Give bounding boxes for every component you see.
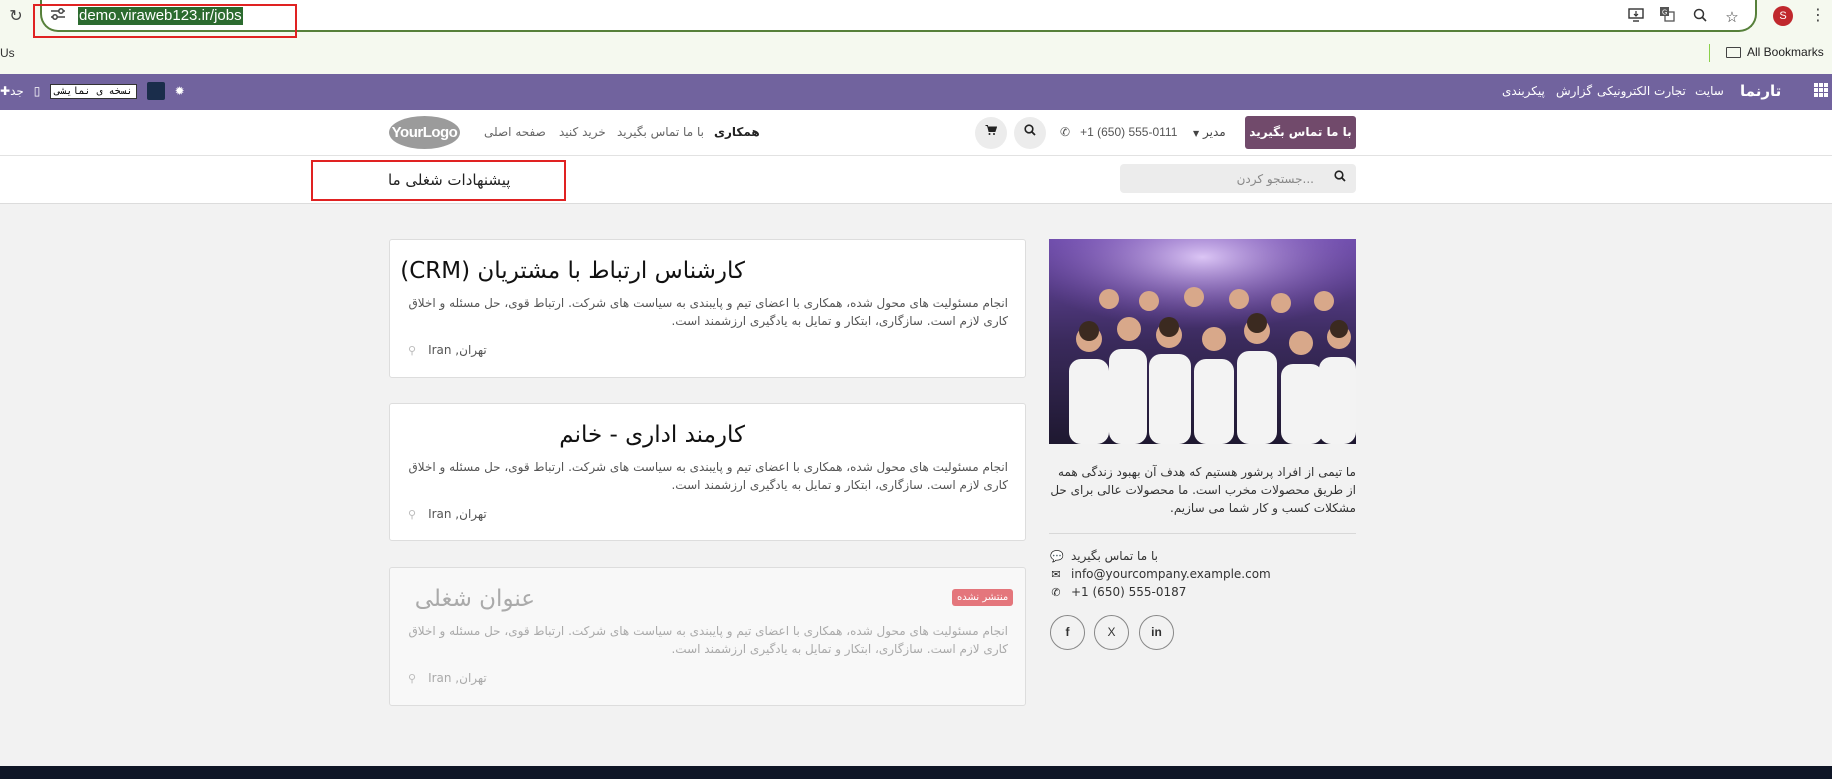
version-badge[interactable]: نسخه ی نمایشی [50,83,137,99]
url-highlight-box [33,4,297,38]
map-marker-icon: ⚲ [408,343,417,357]
contact-us-button[interactable]: با ما تماس بگیرید [1245,116,1356,149]
phone-icon: ✆ [1051,585,1061,599]
search-icon [1334,170,1346,182]
admin-menu-configuration[interactable]: پیکربندی [1502,84,1545,98]
about-text: ما تیمی از افراد پرشور هستیم که هدف آن ب… [1050,465,1356,515]
linkedin-button[interactable]: in [1139,615,1174,650]
linkedin-icon: in [1151,625,1162,639]
job-card[interactable]: کارمند اداری - خانم انجام مسئولیت های مح… [389,403,1026,541]
zoom-icon[interactable] [1689,6,1711,28]
x-icon: X [1107,625,1116,639]
job-location: ⚲ Iran ,تهران [408,343,487,357]
nav-contact[interactable]: با ما تماس بگیرید [617,125,704,139]
nav-home[interactable]: صفحه اصلی [484,125,546,139]
x-twitter-button[interactable]: X [1094,615,1129,650]
job-location: ⚲ Iran ,تهران [408,507,487,521]
job-card[interactable]: کارشناس ارتباط با مشتریان (CRM) انجام مس… [389,239,1026,378]
phone-link[interactable]: ✆ +1 (650) 555-0187 [1050,585,1186,599]
nav-shop[interactable]: خرید کنید [559,125,606,139]
user-avatar[interactable] [146,82,165,100]
site-logo[interactable]: YourLogo [389,116,460,149]
site-header: با ما تماس بگیرید ▼ مدیر ✆ +1 (650) 555-… [0,110,1832,156]
admin-menu-ecommerce[interactable]: تجارت الکترونیکی [1597,84,1686,98]
plus-icon: ✚ [0,84,11,98]
job-location: ⚲ Iran ,تهران [408,671,487,685]
bookmark-item[interactable]: Us [0,46,15,60]
job-title[interactable]: کارشناس ارتباط با مشتریان (CRM) [400,258,745,284]
search-button[interactable] [1014,117,1046,149]
team-photo [1049,239,1356,444]
admin-menu-site[interactable]: سایت [1695,84,1724,98]
all-bookmarks-button[interactable]: All Bookmarks [1726,45,1824,59]
search-submit-button[interactable] [1332,170,1348,186]
new-button[interactable]: ✚جد [0,84,24,98]
apps-grid-icon[interactable] [1814,83,1828,97]
cart-icon [985,125,998,135]
title-highlight-box [311,160,566,201]
user-dropdown-label: مدیر [1202,125,1226,139]
address-bar[interactable] [40,0,1757,32]
envelope-icon: ✉ [1051,567,1061,581]
debug-icon[interactable]: ✹ [175,84,185,98]
email-link[interactable]: ✉ info@yourcompany.example.com [1050,567,1270,581]
admin-brand[interactable]: تارنما [1740,82,1781,100]
map-marker-icon: ⚲ [408,671,417,685]
svg-text:G: G [1662,10,1667,17]
job-description: انجام مسئولیت های محول شده، همکاری با اع… [408,460,1008,492]
bookmark-divider [1709,44,1710,62]
job-description: انجام مسئولیت های محول شده، همکاری با اع… [408,296,1008,328]
admin-bar: تارنما سایت تجارت الکترونیکی گزارش پیکرب… [0,74,1832,110]
footer [0,766,1832,779]
facebook-button[interactable]: f [1050,615,1085,650]
job-search-input[interactable] [1124,164,1314,193]
chat-icon: 💬 [1050,549,1064,563]
job-card[interactable]: عنوان شغلی منتشر نشده انجام مسئولیت های … [389,567,1026,706]
translate-icon[interactable]: G [1656,6,1678,28]
install-app-icon[interactable] [1625,6,1647,28]
sidebar-divider [1049,533,1356,534]
job-title[interactable]: کارمند اداری - خانم [559,422,745,448]
cart-button[interactable] [975,117,1007,149]
user-dropdown[interactable]: ▼ مدیر [1193,125,1226,139]
facebook-icon: f [1065,625,1070,639]
admin-bar-left-tools: ✚جد ▯ نسخه ی نمایشی ✹ [0,82,185,100]
browser-chrome: ↻ demo.viraweb123.ir/jobs G ☆ S ⋮ Us All… [0,0,1832,74]
job-search [1120,164,1356,193]
mobile-preview-icon[interactable]: ▯ [34,84,41,98]
job-title[interactable]: عنوان شغلی [415,586,535,612]
contact-link[interactable]: 💬 با ما تماس بگیرید [1050,549,1158,563]
nav-careers[interactable]: همکاری [714,125,760,139]
job-description: انجام مسئولیت های محول شده، همکاری با اع… [408,624,1008,656]
unpublished-badge: منتشر نشده [952,589,1014,606]
map-marker-icon: ⚲ [408,507,417,521]
phone-icon: ✆ [1060,125,1071,139]
folder-icon [1726,46,1741,58]
all-bookmarks-label: All Bookmarks [1747,45,1824,59]
search-icon [1024,124,1036,136]
admin-menu-reports[interactable]: گزارش [1556,84,1592,98]
header-phone[interactable]: ✆ +1 (650) 555-0111 [1060,125,1177,139]
profile-avatar[interactable]: S [1773,6,1793,26]
bookmark-star-icon[interactable]: ☆ [1721,6,1743,28]
browser-menu-icon[interactable]: ⋮ [1810,5,1826,24]
page-subheader: پیشنهادات شغلی ما [0,156,1832,204]
reload-icon[interactable]: ↻ [6,6,26,26]
caret-down-icon: ▼ [1193,129,1200,138]
